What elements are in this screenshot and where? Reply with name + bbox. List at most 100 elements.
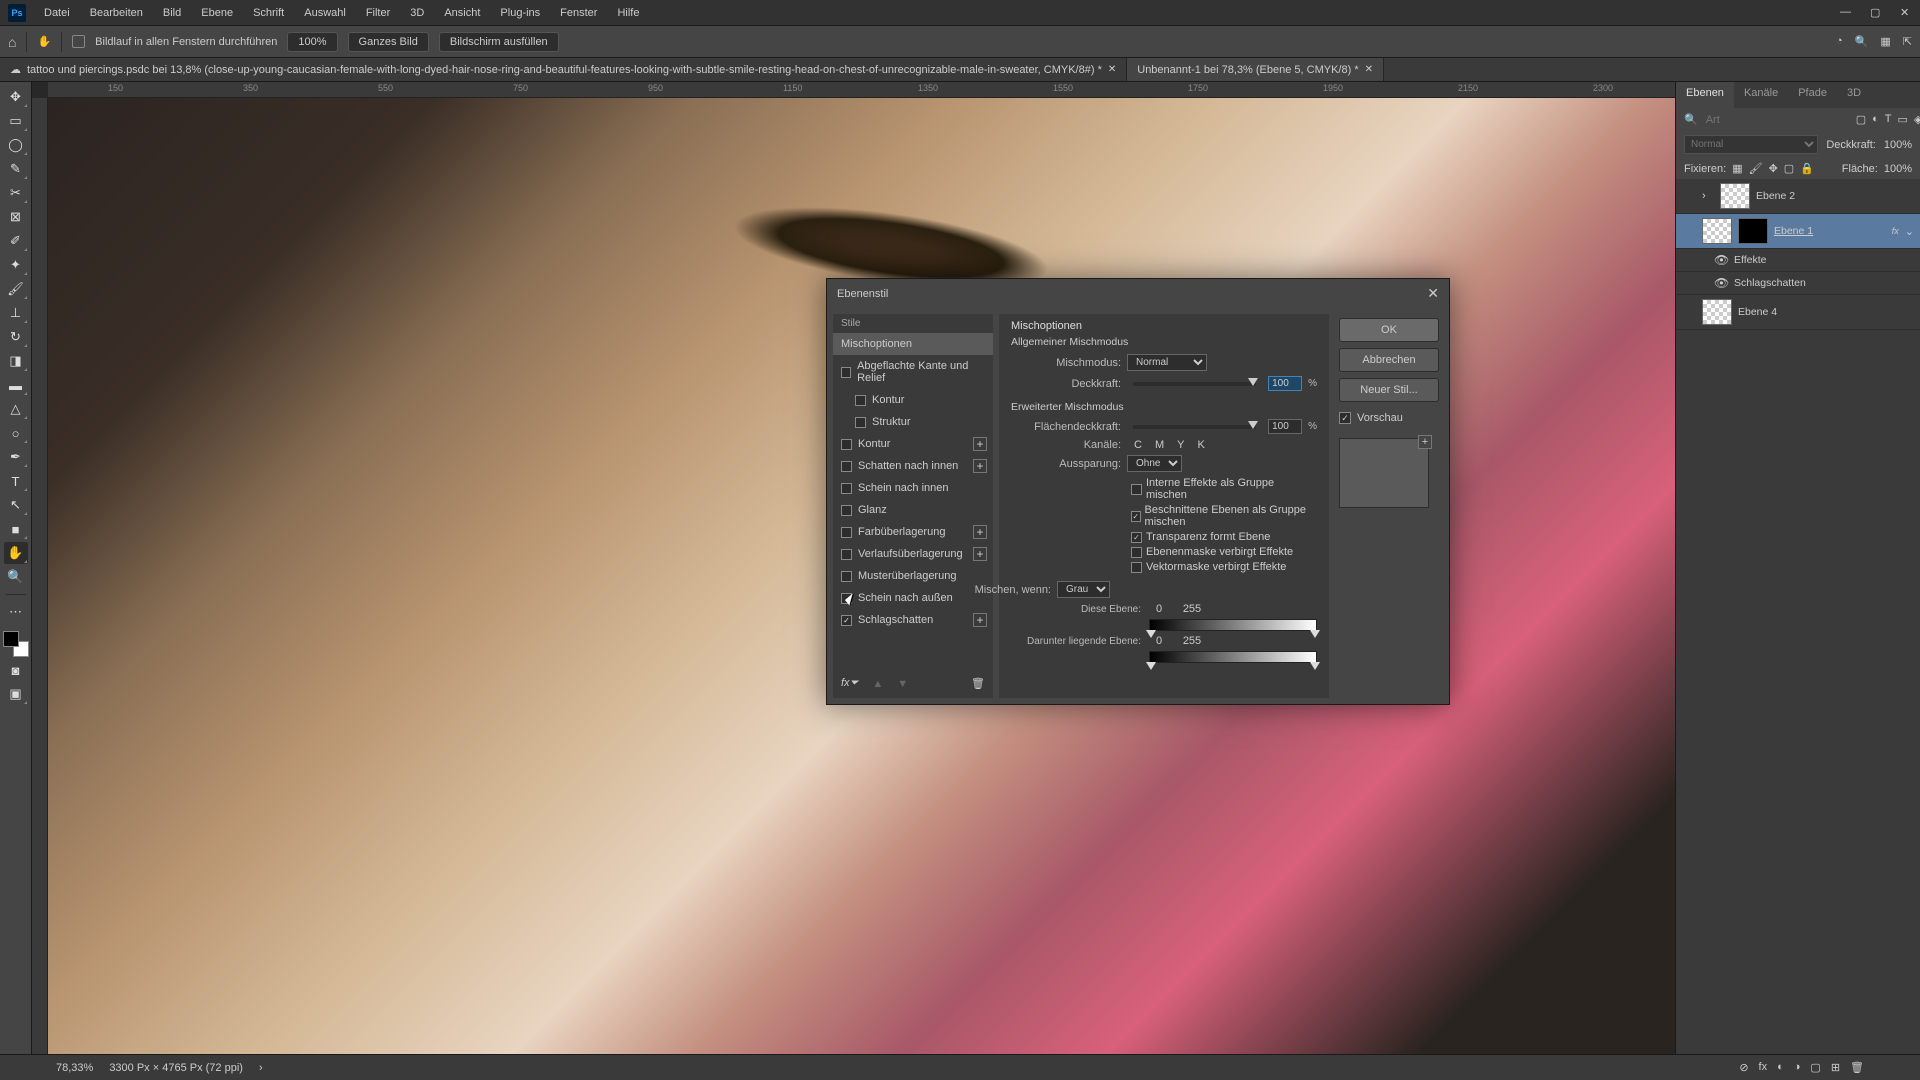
color-swatches[interactable]	[3, 631, 29, 657]
menu-3d[interactable]: 3D	[402, 3, 432, 23]
doc-tab-2[interactable]: Unbenannt-1 bei 78,3% (Ebene 5, CMYK/8) …	[1127, 58, 1384, 81]
dodge-tool-icon[interactable]: ○	[4, 422, 28, 444]
doc-tab-1[interactable]: ☁ tattoo und piercings.psdc bei 13,8% (c…	[0, 58, 1127, 81]
eraser-tool-icon[interactable]: ◨	[4, 350, 28, 372]
path-select-icon[interactable]: ↖	[4, 494, 28, 516]
hand-tool-icon2[interactable]: ✋	[4, 542, 28, 564]
tab-3d[interactable]: 3D	[1837, 82, 1871, 108]
gradient-tool-icon[interactable]: ▬	[4, 374, 28, 396]
this-layer-slider[interactable]	[1149, 619, 1317, 631]
blend-mode-select[interactable]: Normal	[1684, 135, 1818, 154]
lock-all-icon[interactable]: 🔒	[1800, 162, 1814, 175]
layer-ebene1[interactable]: Ebene 1 fx ⌄	[1676, 214, 1920, 249]
zoom-100-button[interactable]: 100%	[287, 32, 337, 52]
cloud-icon[interactable]: ◔	[1836, 35, 1843, 48]
add-inner-shadow-icon[interactable]: +	[973, 459, 987, 473]
opacity-value[interactable]: 100%	[1884, 139, 1912, 151]
preview-plus-icon[interactable]: +	[1418, 435, 1432, 449]
style-color-overlay[interactable]: Farbüberlagerung+	[833, 521, 993, 543]
menu-ansicht[interactable]: Ansicht	[436, 3, 488, 23]
lasso-tool-icon[interactable]: ◯	[4, 134, 28, 156]
style-bevel[interactable]: Abgeflachte Kante und Relief	[833, 355, 993, 389]
move-tool-icon[interactable]: ✥	[4, 86, 28, 108]
move-down-icon[interactable]: ▼	[897, 678, 908, 690]
menu-bild[interactable]: Bild	[155, 3, 189, 23]
cancel-button[interactable]: Abbrechen	[1339, 348, 1439, 372]
filter-adjust-icon[interactable]: ◐	[1872, 113, 1879, 126]
clipped-layers-checkbox[interactable]	[1131, 511, 1141, 522]
visibility-icon[interactable]: 👁	[1714, 276, 1728, 290]
new-layer-icon[interactable]: ⊞	[1831, 1061, 1840, 1074]
style-bevel-texture[interactable]: Struktur	[833, 411, 993, 433]
add-stroke-icon[interactable]: +	[973, 437, 987, 451]
menu-datei[interactable]: Datei	[36, 3, 78, 23]
layer-filter-input[interactable]	[1706, 114, 1848, 126]
workspace-icon[interactable]: ▦	[1880, 35, 1890, 48]
fill-opacity-slider[interactable]	[1133, 425, 1256, 429]
style-satin[interactable]: Glanz	[833, 499, 993, 521]
opacity-input[interactable]: 100	[1268, 376, 1302, 391]
crop-tool-icon[interactable]: ✂	[4, 182, 28, 204]
clone-stamp-icon[interactable]: ⊥	[4, 302, 28, 324]
style-pattern-overlay[interactable]: Musterüberlagerung	[833, 565, 993, 587]
scroll-all-checkbox[interactable]	[72, 35, 85, 48]
blur-tool-icon[interactable]: △	[4, 398, 28, 420]
filter-image-icon[interactable]: ▢	[1856, 113, 1866, 126]
frame-tool-icon[interactable]: ⊠	[4, 206, 28, 228]
layer-thumbnail[interactable]	[1720, 183, 1750, 209]
chevron-down-icon[interactable]: ⌄	[1905, 225, 1914, 238]
fx-badge[interactable]: fx	[1892, 226, 1899, 236]
add-grad-ov-icon[interactable]: +	[973, 547, 987, 561]
type-tool-icon[interactable]: T	[4, 470, 28, 492]
adjustment-icon[interactable]: ◑	[1794, 1061, 1801, 1074]
move-up-icon[interactable]: ▲	[872, 678, 883, 690]
vector-mask-hides-checkbox[interactable]	[1131, 562, 1142, 573]
fill-screen-button[interactable]: Bildschirm ausfüllen	[439, 32, 559, 52]
add-color-ov-icon[interactable]: +	[973, 525, 987, 539]
home-icon[interactable]: ⌂	[8, 34, 16, 50]
visibility-icon[interactable]: 👁	[1714, 253, 1728, 267]
zoom-status[interactable]: 78,33%	[56, 1062, 93, 1074]
delete-effect-icon[interactable]: 🗑	[971, 677, 985, 690]
style-gradient-overlay[interactable]: Verlaufsüberlagerung+	[833, 543, 993, 565]
status-chevron-icon[interactable]: ›	[259, 1062, 263, 1074]
artboard-tool-icon[interactable]: ▭	[4, 110, 28, 132]
fx-icon[interactable]: fx	[1759, 1061, 1768, 1074]
layer-effects-group[interactable]: 👁 Effekte	[1676, 249, 1920, 272]
layer-ebene2[interactable]: › Ebene 2	[1676, 179, 1920, 214]
link-icon[interactable]: ⊘	[1739, 1061, 1748, 1074]
lock-position-icon[interactable]: ✥	[1769, 162, 1778, 175]
menu-filter[interactable]: Filter	[358, 3, 398, 23]
style-inner-shadow[interactable]: Schatten nach innen+	[833, 455, 993, 477]
tab-pfade[interactable]: Pfade	[1788, 82, 1837, 108]
close-window-icon[interactable]: ✕	[1892, 2, 1908, 23]
trash-icon[interactable]: 🗑	[1850, 1061, 1864, 1074]
brush-tool-icon[interactable]: 🖌	[4, 278, 28, 300]
eyedropper-icon[interactable]: ✐	[4, 230, 28, 252]
quick-mask-icon[interactable]: ◙	[4, 659, 28, 681]
filter-shape-icon[interactable]: ▭	[1898, 113, 1908, 126]
fill-opacity-input[interactable]: 100	[1268, 419, 1302, 434]
blendif-select[interactable]: Grau	[1057, 581, 1110, 598]
maximize-icon[interactable]: ▢	[1862, 2, 1878, 23]
screen-mode-icon[interactable]: ▣	[4, 683, 28, 705]
internal-fx-checkbox[interactable]	[1131, 484, 1142, 495]
lock-nesting-icon[interactable]: ▢	[1784, 162, 1794, 175]
blend-mode-select-dialog[interactable]: Normal	[1127, 354, 1207, 371]
history-brush-icon[interactable]: ↻	[4, 326, 28, 348]
preview-checkbox[interactable]	[1339, 412, 1351, 424]
layer-mask-thumbnail[interactable]	[1738, 218, 1768, 244]
share-icon[interactable]: ⇱	[1903, 35, 1912, 48]
lock-transparency-icon[interactable]: ▦	[1732, 162, 1742, 175]
fill-value[interactable]: 100%	[1884, 163, 1912, 175]
transparency-shapes-checkbox[interactable]	[1131, 532, 1142, 543]
quick-select-icon[interactable]: ✎	[4, 158, 28, 180]
healing-brush-icon[interactable]: ✦	[4, 254, 28, 276]
close-tab-2-icon[interactable]: ✕	[1365, 64, 1373, 75]
knockout-select[interactable]: Ohne	[1127, 455, 1182, 472]
tab-kanaele[interactable]: Kanäle	[1734, 82, 1788, 108]
underlying-slider[interactable]	[1149, 651, 1317, 663]
menu-auswahl[interactable]: Auswahl	[296, 3, 354, 23]
close-tab-1-icon[interactable]: ✕	[1108, 64, 1116, 75]
folder-icon[interactable]: ▢	[1810, 1061, 1820, 1074]
